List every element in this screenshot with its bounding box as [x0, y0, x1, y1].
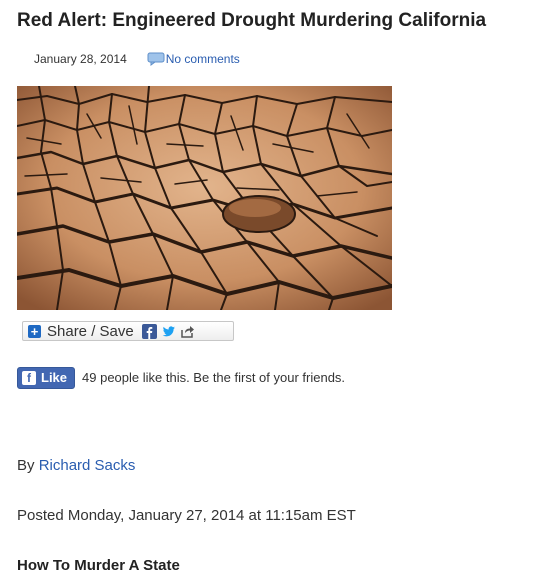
- plus-icon[interactable]: +: [28, 324, 41, 338]
- post-date: January 28, 2014: [34, 52, 127, 66]
- cracked-earth-image: [17, 86, 392, 310]
- facebook-like-widget: f Like 49 people like this. Be the first…: [17, 366, 345, 389]
- comments-link[interactable]: No comments: [166, 52, 240, 66]
- byline: By Richard Sacks: [17, 457, 135, 474]
- post-meta: January 28, 2014 No comments: [34, 50, 240, 68]
- article-subhead: How To Murder A State: [17, 557, 180, 574]
- share-save-bar[interactable]: + Share / Save: [22, 321, 234, 341]
- byline-prefix: By: [17, 457, 35, 474]
- facebook-like-button[interactable]: f Like: [17, 366, 76, 389]
- share-save-label[interactable]: Share / Save: [47, 323, 134, 340]
- like-label: Like: [41, 370, 68, 385]
- posted-date-text: Posted Monday, January 27, 2014 at 11:15…: [17, 507, 356, 524]
- like-count-text: 49 people like this. Be the first of you…: [82, 370, 346, 385]
- comment-bubble-icon: [147, 52, 165, 66]
- facebook-f-icon: f: [22, 370, 36, 385]
- post-title[interactable]: Red Alert: Engineered Drought Murdering …: [17, 10, 486, 32]
- author-link[interactable]: Richard Sacks: [39, 457, 136, 474]
- facebook-icon[interactable]: [141, 323, 157, 339]
- share-arrow-icon[interactable]: [180, 324, 195, 339]
- twitter-icon[interactable]: [161, 324, 176, 339]
